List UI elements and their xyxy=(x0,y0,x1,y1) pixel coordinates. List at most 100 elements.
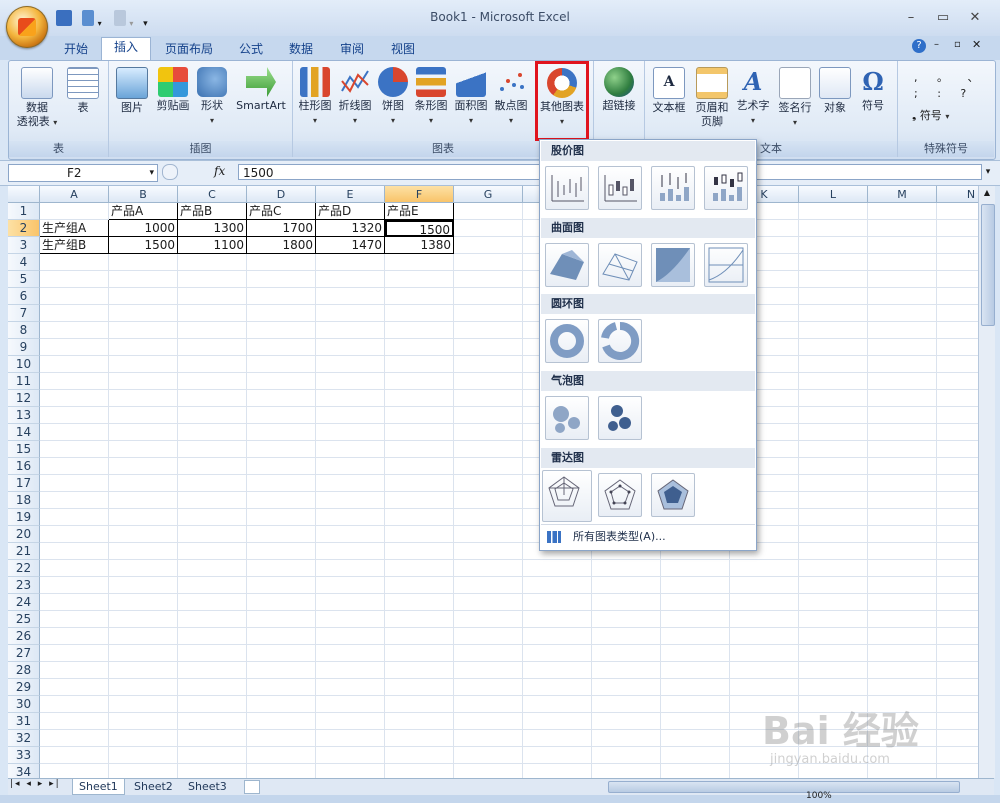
workbook-close-icon[interactable]: ✕ xyxy=(972,38,981,51)
column-header[interactable]: E xyxy=(316,186,385,203)
clip-art-button[interactable]: 剪贴画 xyxy=(153,65,193,113)
row-header[interactable]: 4 xyxy=(8,254,40,271)
column-header[interactable]: G xyxy=(454,186,523,203)
all-chart-types-link[interactable]: 所有图表类型(A)... xyxy=(541,524,755,548)
row-header[interactable]: 8 xyxy=(8,322,40,339)
column-chart-button[interactable]: 柱形图 ▾ xyxy=(297,65,333,128)
row-header[interactable]: 7 xyxy=(8,305,40,322)
surface-chart-1[interactable] xyxy=(545,243,589,287)
chevron-down-icon[interactable]: ▾ xyxy=(149,165,154,181)
header-footer-button[interactable]: 页眉和 页脚 xyxy=(691,65,733,129)
active-cell[interactable]: 1500 xyxy=(385,220,454,237)
object-button[interactable]: 对象 xyxy=(817,65,853,115)
column-header[interactable]: C xyxy=(178,186,247,203)
value-cell[interactable]: 1320 xyxy=(316,220,385,237)
area-chart-button[interactable]: 面积图 ▾ xyxy=(453,65,489,128)
row-header[interactable]: 11 xyxy=(8,373,40,390)
row-header[interactable]: 23 xyxy=(8,577,40,594)
radar-chart-2[interactable] xyxy=(598,473,642,517)
insert-function-icon[interactable]: fx xyxy=(214,164,225,178)
vertical-scrollbar[interactable]: ▲ xyxy=(978,186,995,778)
row-header[interactable]: 27 xyxy=(8,645,40,662)
row-label-cell[interactable]: 生产组A xyxy=(40,220,109,237)
row-header[interactable]: 26 xyxy=(8,628,40,645)
office-button[interactable] xyxy=(6,6,48,48)
row-header[interactable]: 13 xyxy=(8,407,40,424)
header-cell[interactable]: 产品A xyxy=(109,203,178,220)
sheet-tab-1[interactable]: Sheet1 xyxy=(72,779,125,795)
tab-review[interactable]: 审阅 xyxy=(334,40,370,58)
column-header[interactable]: M xyxy=(868,186,937,203)
sheet-nav-icons[interactable]: |◂ ◂ ▸ ▸| xyxy=(10,779,61,789)
scroll-up-icon[interactable]: ▲ xyxy=(981,188,993,200)
pie-chart-button[interactable]: 饼图 ▾ xyxy=(377,65,409,128)
symbol-button[interactable]: Ω 符号 xyxy=(855,65,891,113)
line-chart-button[interactable]: 折线图 ▾ xyxy=(337,65,373,128)
doughnut-chart-1[interactable] xyxy=(545,319,589,363)
surface-chart-2[interactable] xyxy=(598,243,642,287)
tab-page-layout[interactable]: 页面布局 xyxy=(159,40,219,58)
bubble-chart-1[interactable] xyxy=(545,396,589,440)
row-header[interactable]: 9 xyxy=(8,339,40,356)
ribbon-minimize-icon[interactable]: – xyxy=(934,39,939,50)
header-cell[interactable]: 产品B xyxy=(178,203,247,220)
header-cell[interactable]: 产品D xyxy=(316,203,385,220)
radar-chart-3[interactable] xyxy=(651,473,695,517)
value-cell[interactable]: 1000 xyxy=(109,220,178,237)
scatter-chart-button[interactable]: 散点图 ▾ xyxy=(493,65,529,128)
close-icon[interactable]: ✕ xyxy=(964,10,986,26)
stock-chart-1[interactable] xyxy=(545,166,589,210)
doughnut-chart-2[interactable] xyxy=(598,319,642,363)
column-header[interactable]: D xyxy=(247,186,316,203)
value-cell[interactable]: 1800 xyxy=(247,237,316,254)
select-all-corner[interactable] xyxy=(8,186,40,203)
tab-data[interactable]: 数据 xyxy=(283,40,319,58)
ribbon-restore-icon[interactable]: ▫ xyxy=(954,39,961,50)
tab-insert[interactable]: 插入 xyxy=(101,37,151,60)
row-header[interactable]: 14 xyxy=(8,424,40,441)
worksheet-grid[interactable]: ABCDEFGHIJKLMN12345678910111213141516171… xyxy=(8,186,978,778)
row-header[interactable]: 20 xyxy=(8,526,40,543)
value-cell[interactable]: 1500 xyxy=(109,237,178,254)
column-header[interactable]: A xyxy=(40,186,109,203)
symbol-dropdown[interactable]: ❟ 符号 ▾ xyxy=(912,107,949,123)
name-box[interactable]: F2 ▾ xyxy=(8,164,158,182)
row-label-cell[interactable]: 生产组B xyxy=(40,237,109,254)
column-header[interactable]: L xyxy=(799,186,868,203)
value-cell[interactable]: 1100 xyxy=(178,237,247,254)
scroll-thumb[interactable] xyxy=(981,204,995,326)
stock-chart-2[interactable] xyxy=(598,166,642,210)
row-header[interactable]: 12 xyxy=(8,390,40,407)
signature-line-button[interactable]: 签名行 ▾ xyxy=(775,65,815,130)
row-header[interactable]: 15 xyxy=(8,441,40,458)
bar-chart-button[interactable]: 条形图 ▾ xyxy=(413,65,449,128)
value-cell[interactable]: 1300 xyxy=(178,220,247,237)
smartart-button[interactable]: SmartArt xyxy=(233,65,289,113)
tab-home[interactable]: 开始 xyxy=(58,40,94,58)
row-header[interactable]: 31 xyxy=(8,713,40,730)
zoom-level[interactable]: 100% xyxy=(806,791,832,801)
expand-formula-bar-icon[interactable]: ▾ xyxy=(982,164,994,180)
row-header[interactable]: 30 xyxy=(8,696,40,713)
row-header[interactable]: 34 xyxy=(8,764,40,778)
column-header[interactable]: F xyxy=(385,186,454,203)
minimize-icon[interactable]: – xyxy=(900,10,922,26)
header-cell[interactable]: 产品E xyxy=(385,203,454,220)
column-header[interactable]: N xyxy=(937,186,978,203)
row-header[interactable]: 3 xyxy=(8,237,40,254)
row-header[interactable]: 18 xyxy=(8,492,40,509)
textbox-button[interactable]: A 文本框 xyxy=(649,65,689,115)
row-header[interactable]: 28 xyxy=(8,662,40,679)
row-header[interactable]: 25 xyxy=(8,611,40,628)
value-cell[interactable]: 1700 xyxy=(247,220,316,237)
row-header[interactable]: 32 xyxy=(8,730,40,747)
row-header[interactable]: 21 xyxy=(8,543,40,560)
surface-chart-4[interactable] xyxy=(704,243,748,287)
row-header[interactable]: 17 xyxy=(8,475,40,492)
picture-button[interactable]: 图片 xyxy=(113,65,151,115)
horizontal-scroll-thumb[interactable] xyxy=(608,781,960,793)
row-header[interactable]: 10 xyxy=(8,356,40,373)
expand-icon[interactable] xyxy=(162,164,178,180)
help-icon[interactable]: ? xyxy=(912,39,926,53)
other-charts-button[interactable]: 其他图表 ▾ xyxy=(535,61,589,141)
